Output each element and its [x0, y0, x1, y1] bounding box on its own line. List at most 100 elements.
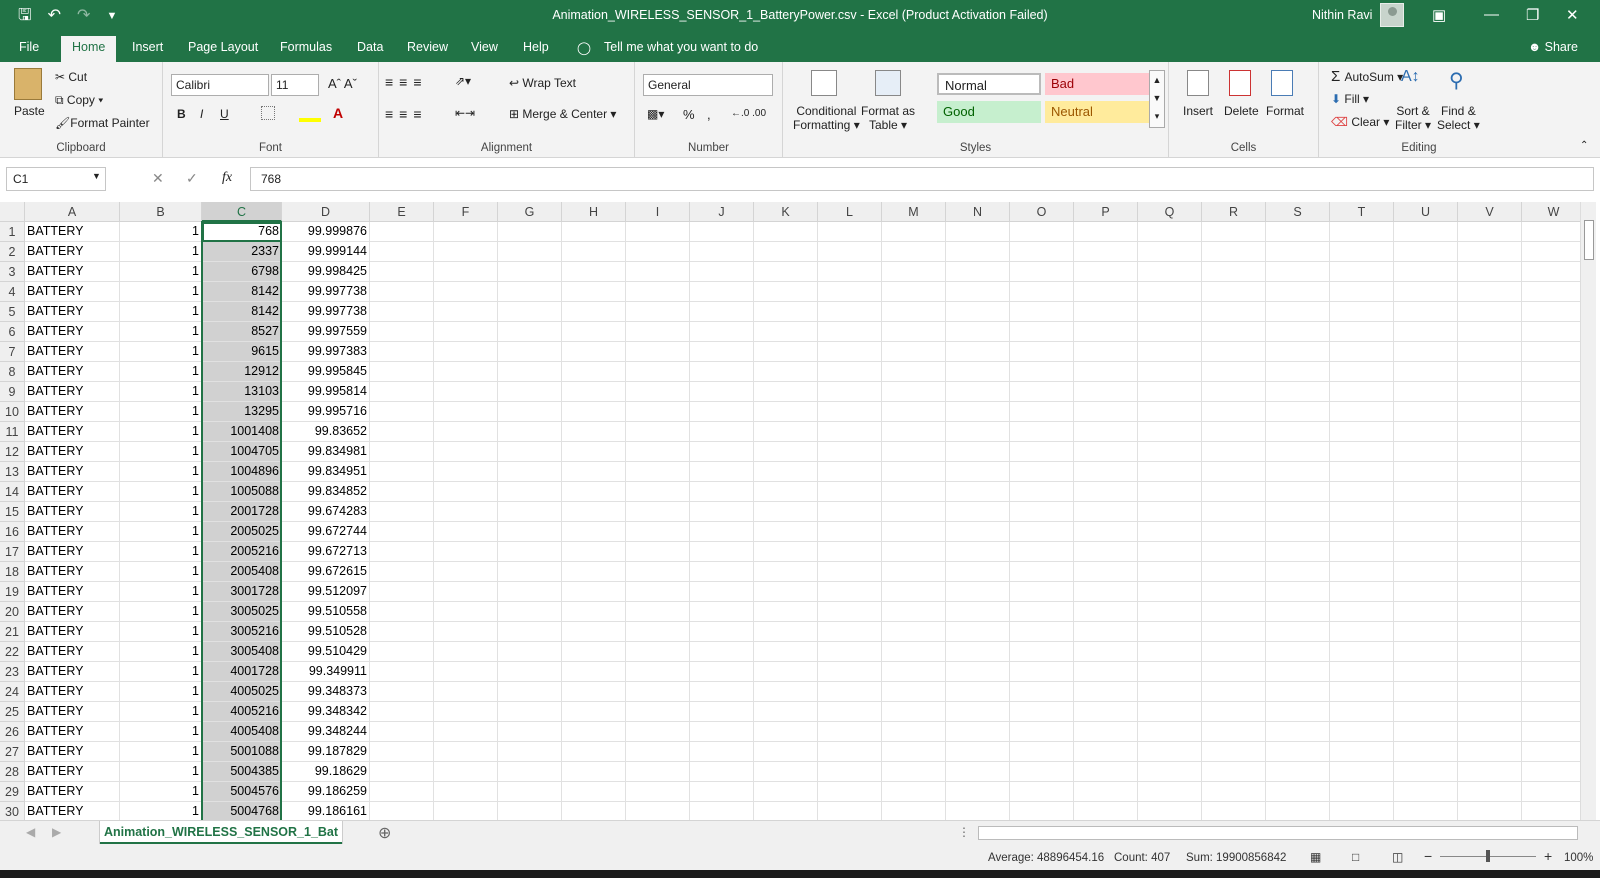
cell-d[interactable]: 99.510429 [282, 642, 370, 662]
format-button[interactable]: Format [1266, 104, 1304, 118]
cell-empty[interactable] [882, 222, 946, 242]
collapse-ribbon-icon[interactable]: ⌃ [1580, 140, 1588, 151]
cell-b[interactable]: 1 [120, 762, 202, 782]
normal-view-icon[interactable]: ▦ [1310, 850, 1321, 864]
cell-b[interactable]: 1 [120, 462, 202, 482]
cell-empty[interactable] [1138, 642, 1202, 662]
cell-empty[interactable] [690, 382, 754, 402]
cell-d[interactable]: 99.997559 [282, 322, 370, 342]
cell-empty[interactable] [882, 542, 946, 562]
cell-empty[interactable] [1330, 802, 1394, 820]
cell-empty[interactable] [882, 742, 946, 762]
cell-a[interactable]: BATTERY [25, 782, 120, 802]
tab-data[interactable]: Data [357, 40, 383, 54]
cell-empty[interactable] [1394, 282, 1458, 302]
cell-empty[interactable] [1458, 262, 1522, 282]
cell-empty[interactable] [1010, 282, 1074, 302]
cell-empty[interactable] [498, 222, 562, 242]
cell-empty[interactable] [1074, 802, 1138, 820]
cell-empty[interactable] [754, 742, 818, 762]
cell-empty[interactable] [1394, 222, 1458, 242]
cell-empty[interactable] [1074, 282, 1138, 302]
format-cells-icon[interactable] [1271, 70, 1293, 96]
cell-empty[interactable] [1458, 502, 1522, 522]
cell-empty[interactable] [370, 502, 434, 522]
cell-empty[interactable] [1522, 562, 1580, 582]
row-header[interactable]: 19 [0, 582, 25, 602]
paste-button[interactable]: Paste [14, 104, 45, 118]
cell-empty[interactable] [1266, 662, 1330, 682]
cell-empty[interactable] [690, 402, 754, 422]
cell-a[interactable]: BATTERY [25, 682, 120, 702]
cell-d[interactable]: 99.999144 [282, 242, 370, 262]
cell-empty[interactable] [882, 342, 946, 362]
cell-empty[interactable] [1202, 662, 1266, 682]
cell-empty[interactable] [434, 702, 498, 722]
cell-empty[interactable] [1074, 662, 1138, 682]
cell-empty[interactable] [626, 782, 690, 802]
cell-empty[interactable] [1202, 782, 1266, 802]
close-icon[interactable]: ✕ [1566, 6, 1579, 24]
cell-empty[interactable] [882, 362, 946, 382]
row-header[interactable]: 26 [0, 722, 25, 742]
cell-empty[interactable] [434, 502, 498, 522]
cell-empty[interactable] [882, 502, 946, 522]
column-header[interactable]: U [1394, 202, 1458, 222]
split-handle-icon[interactable]: ⋮ [958, 825, 970, 839]
cell-empty[interactable] [1394, 562, 1458, 582]
cell-empty[interactable] [1458, 642, 1522, 662]
cell-empty[interactable] [434, 242, 498, 262]
row-header[interactable]: 3 [0, 262, 25, 282]
cell-empty[interactable] [370, 222, 434, 242]
cell-empty[interactable] [1010, 322, 1074, 342]
cell-a[interactable]: BATTERY [25, 342, 120, 362]
cell-c[interactable]: 1004896 [202, 462, 282, 482]
cell-empty[interactable] [498, 522, 562, 542]
cell-empty[interactable] [1266, 442, 1330, 462]
cell-d[interactable]: 99.348373 [282, 682, 370, 702]
cell-empty[interactable] [1522, 422, 1580, 442]
cell-empty[interactable] [946, 482, 1010, 502]
cell-a[interactable]: BATTERY [25, 402, 120, 422]
cell-empty[interactable] [690, 502, 754, 522]
cell-empty[interactable] [690, 302, 754, 322]
cell-empty[interactable] [1458, 602, 1522, 622]
cell-empty[interactable] [1330, 642, 1394, 662]
row-header[interactable]: 27 [0, 742, 25, 762]
cell-d[interactable]: 99.186259 [282, 782, 370, 802]
cell-empty[interactable] [1394, 742, 1458, 762]
cell-empty[interactable] [1394, 722, 1458, 742]
cell-empty[interactable] [1522, 402, 1580, 422]
cell-empty[interactable] [1458, 382, 1522, 402]
cell-empty[interactable] [1330, 222, 1394, 242]
cell-empty[interactable] [626, 222, 690, 242]
cell-empty[interactable] [1394, 362, 1458, 382]
cell-empty[interactable] [370, 602, 434, 622]
cell-empty[interactable] [1202, 682, 1266, 702]
cell-empty[interactable] [754, 702, 818, 722]
cell-empty[interactable] [1138, 802, 1202, 820]
cell-empty[interactable] [498, 302, 562, 322]
cell-empty[interactable] [754, 462, 818, 482]
cell-empty[interactable] [434, 322, 498, 342]
cell-empty[interactable] [882, 382, 946, 402]
cell-b[interactable]: 1 [120, 602, 202, 622]
cell-empty[interactable] [1266, 582, 1330, 602]
tab-home[interactable]: Home [61, 36, 117, 62]
cell-empty[interactable] [1394, 402, 1458, 422]
cell-empty[interactable] [818, 422, 882, 442]
cell-empty[interactable] [818, 442, 882, 462]
cell-empty[interactable] [1010, 342, 1074, 362]
cell-empty[interactable] [1458, 582, 1522, 602]
cell-empty[interactable] [1074, 402, 1138, 422]
cell-empty[interactable] [562, 362, 626, 382]
cell-empty[interactable] [370, 662, 434, 682]
cell-empty[interactable] [562, 622, 626, 642]
cell-empty[interactable] [562, 502, 626, 522]
row-header[interactable]: 2 [0, 242, 25, 262]
cell-b[interactable]: 1 [120, 322, 202, 342]
insert-function-icon[interactable]: fx [222, 170, 232, 186]
cell-b[interactable]: 1 [120, 402, 202, 422]
cell-empty[interactable] [754, 722, 818, 742]
cell-empty[interactable] [754, 782, 818, 802]
